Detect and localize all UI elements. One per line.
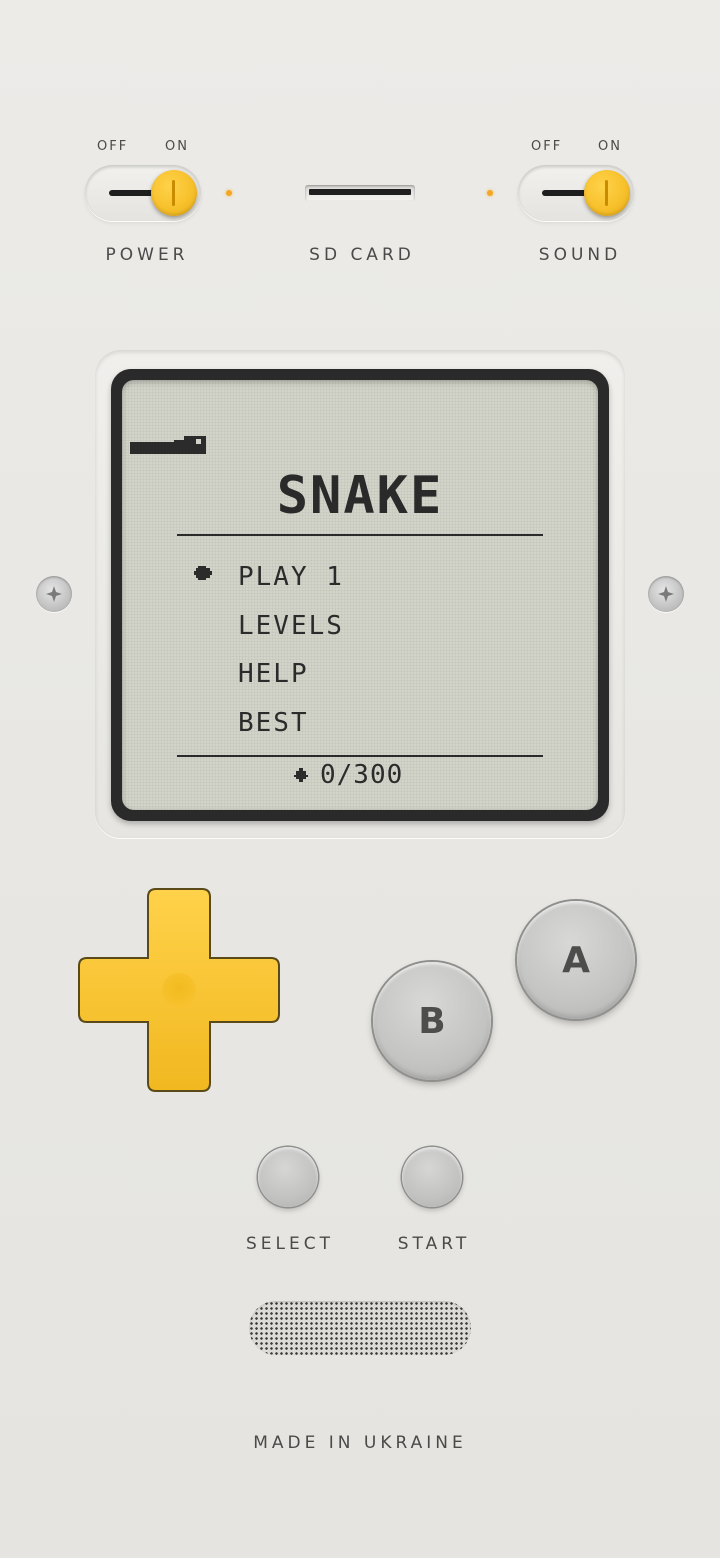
power-on-label: ON bbox=[165, 139, 189, 154]
right-screw-icon bbox=[648, 576, 684, 612]
b-button-label: B bbox=[418, 1000, 446, 1042]
power-label: POWER bbox=[105, 245, 189, 265]
made-in-label: MADE IN UKRAINE bbox=[253, 1433, 467, 1453]
sound-on-label: ON bbox=[598, 139, 622, 154]
menu-item-best[interactable]: BEST bbox=[238, 708, 309, 738]
sound-led bbox=[487, 190, 493, 196]
a-button[interactable]: A bbox=[517, 901, 635, 1019]
sd-card-label: SD CARD bbox=[309, 245, 415, 265]
snake-icon bbox=[130, 436, 206, 454]
left-screw-icon bbox=[36, 576, 72, 612]
select-label: SELECT bbox=[246, 1234, 334, 1254]
menu-item-levels[interactable]: LEVELS bbox=[238, 611, 344, 641]
lcd-screen: SNAKE PLAY 1 LEVELS HELP BEST 0/300 bbox=[122, 380, 598, 810]
power-switch-knob[interactable] bbox=[151, 170, 197, 216]
menu-cursor-icon bbox=[194, 566, 212, 580]
dpad-button[interactable] bbox=[76, 886, 282, 1094]
sound-label: SOUND bbox=[538, 245, 622, 265]
score-counter: 0/300 bbox=[320, 760, 404, 790]
sound-switch[interactable] bbox=[518, 165, 634, 221]
start-label: START bbox=[397, 1234, 471, 1254]
food-icon bbox=[294, 768, 308, 782]
menu-item-help[interactable]: HELP bbox=[238, 659, 309, 689]
power-off-label: OFF bbox=[97, 139, 129, 154]
power-switch[interactable] bbox=[85, 165, 201, 221]
a-button-label: A bbox=[562, 939, 590, 981]
footer-divider bbox=[177, 755, 543, 757]
title-divider bbox=[177, 534, 543, 536]
power-led bbox=[226, 190, 232, 196]
select-button[interactable] bbox=[258, 1147, 318, 1207]
b-button[interactable]: B bbox=[373, 962, 491, 1080]
speaker-grille bbox=[249, 1301, 471, 1355]
game-title: SNAKE bbox=[276, 466, 444, 526]
start-button[interactable] bbox=[402, 1147, 462, 1207]
sound-off-label: OFF bbox=[531, 139, 563, 154]
sound-switch-knob[interactable] bbox=[584, 170, 630, 216]
sd-card-slot[interactable] bbox=[305, 185, 415, 201]
menu-item-play-1[interactable]: PLAY 1 bbox=[238, 562, 344, 592]
